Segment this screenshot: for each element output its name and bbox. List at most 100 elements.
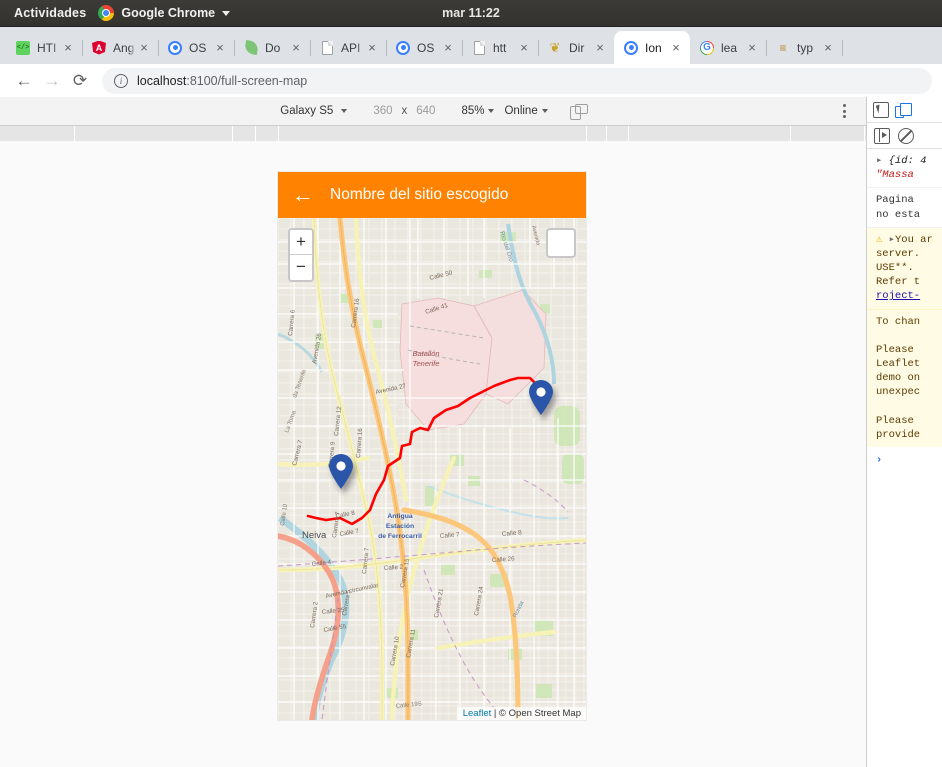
browser-tab-6[interactable]: htt × [462,31,539,64]
svg-text:de Ferrocarril: de Ferrocarril [378,533,422,540]
warning-icon: ⚠ [876,233,883,246]
browser-tab-10[interactable]: ≡ typ × [766,31,843,64]
zoom-in-button[interactable]: + [290,230,312,255]
console-log-line-1: Pagina [876,194,914,207]
browser-tab-label: Ang [113,40,135,55]
close-icon[interactable]: × [668,40,684,56]
svg-text:Neiva: Neiva [302,530,327,541]
device-name-label: Galaxy S5 [280,105,334,117]
browser-tab-label: lea [721,40,738,55]
console-warn-line-1: You ar [894,233,933,246]
close-icon[interactable]: × [440,40,456,56]
browser-tab-7[interactable]: ❦ Dir × [538,31,615,64]
app-menu-label: Google Chrome [121,6,216,20]
console-body-line-1: To chan [876,315,921,328]
attribution-text: | © Open Street Map [491,708,581,719]
close-icon[interactable]: × [592,40,608,56]
console-body-line-4: demo on [876,372,921,385]
reload-button[interactable]: ⟳ [66,67,94,95]
close-icon[interactable]: × [744,40,760,56]
browser-tab-label: API [341,40,361,55]
clear-console-icon[interactable] [898,127,914,144]
dimension-separator: x [401,105,408,117]
browser-tab-8[interactable]: Ion × [614,31,690,64]
browser-tab-label: Dir [569,40,585,55]
svg-text:Calle 2: Calle 2 [384,564,404,572]
close-icon[interactable]: × [364,40,380,56]
console-log-line-2: no esta [876,208,921,221]
close-icon[interactable]: × [288,40,304,56]
console-body-line-2: Please [876,343,914,356]
console-warn-line-3: USE**. [876,262,914,275]
page-title: Nombre del sitio escogido [330,186,509,203]
console-body-line-5: unexpec [876,386,921,399]
console-row-warning[interactable]: ⚠ ▸You ar server. USE**. Refer t roject- [867,227,942,310]
app-menu-button[interactable]: Google Chrome [98,5,231,21]
destination-marker[interactable] [528,380,554,416]
device-width-input[interactable]: 360 [373,105,392,117]
activities-button[interactable]: Actividades [0,6,98,20]
throttling-selector[interactable]: Online [504,105,548,117]
console-messages[interactable]: ▸ {id: 4 "Massa Pagina no esta ⚠ ▸You ar… [867,149,942,473]
device-height-input[interactable]: 640 [416,105,435,117]
leaflet-link[interactable]: Leaflet [463,708,492,719]
svg-text:Antigua: Antigua [387,513,413,520]
device-viewport[interactable]: ← Nombre del sitio escogido Batallón Ten… [278,172,586,720]
console-toolbar [867,123,942,149]
kebab-menu-icon[interactable] [836,102,852,120]
close-icon[interactable]: × [516,40,532,56]
layers-control-icon[interactable] [546,228,576,258]
browser-tab-label: htt [493,40,507,55]
map-zoom-control[interactable]: + − [288,228,314,282]
info-circle-icon[interactable]: i [114,73,128,88]
chrome-logo-icon [98,5,115,21]
close-icon[interactable]: × [136,40,152,56]
forward-button[interactable]: → [38,67,66,95]
close-icon[interactable]: × [820,40,836,56]
browser-tab-0[interactable]: HTI× [6,31,83,64]
ionic-icon [167,40,183,56]
back-button[interactable]: ← [10,67,38,95]
svg-text:Tenerife: Tenerife [413,359,440,368]
google-icon [699,40,715,56]
close-icon[interactable]: × [212,40,228,56]
toggle-device-toolbar-icon[interactable] [895,102,912,118]
tab-separator [842,40,843,56]
browser-tab-label: Ion [645,40,662,55]
browser-tab-2[interactable]: OS × [158,31,235,64]
browser-tab-label: OS [417,40,435,55]
arrow-left-icon[interactable]: ← [292,184,316,206]
console-row-warning-body[interactable]: To chan Please Leaflet demo on unexpec P… [867,309,942,448]
device-selector[interactable]: Galaxy S5 [280,105,348,117]
devtools-tabbar [867,97,942,123]
zoom-selector[interactable]: 85% [461,105,495,117]
browser-tab-9[interactable]: lea × [690,31,767,64]
zoom-out-button[interactable]: − [290,255,312,280]
browser-tab-label: typ [797,40,814,55]
console-row[interactable]: Pagina no esta [867,188,942,228]
chevron-down-icon [341,108,348,113]
console-prompt[interactable]: › [867,447,942,473]
console-sidebar-icon[interactable] [874,127,890,144]
browser-tab-strip: HTI×Ang×OS×Do×API×OS×htt×❦Dir×Ion×lea×≡t… [0,27,942,64]
leaflet-map[interactable]: Batallón Tenerife Neiva Antigua Estación… [278,218,586,720]
browser-tab-1[interactable]: Ang× [82,31,159,64]
address-bar[interactable]: i localhost:8100/full-screen-map [102,67,932,94]
close-icon[interactable]: × [60,40,76,56]
browser-toolbar: ← → ⟳ i localhost:8100/full-screen-map [0,64,942,97]
console-row[interactable]: ▸ {id: 4 "Massa [867,149,942,189]
url-path: :8100/full-screen-map [186,73,308,88]
browser-tab-5[interactable]: OS × [386,31,463,64]
document-icon [471,40,487,56]
chevron-down-icon [541,108,548,113]
browser-tab-3[interactable]: Do × [234,31,311,64]
origin-marker[interactable] [328,454,354,490]
browser-tab-label: HTI [37,40,57,55]
inspect-element-icon[interactable] [873,101,889,118]
console-string-text: "Massa [876,169,914,182]
rotate-device-icon[interactable] [569,103,588,120]
browser-tab-4[interactable]: API × [310,31,387,64]
browser-tab-label: Do [265,40,281,55]
leaf-icon [243,39,259,56]
console-warn-link[interactable]: roject- [876,290,920,302]
